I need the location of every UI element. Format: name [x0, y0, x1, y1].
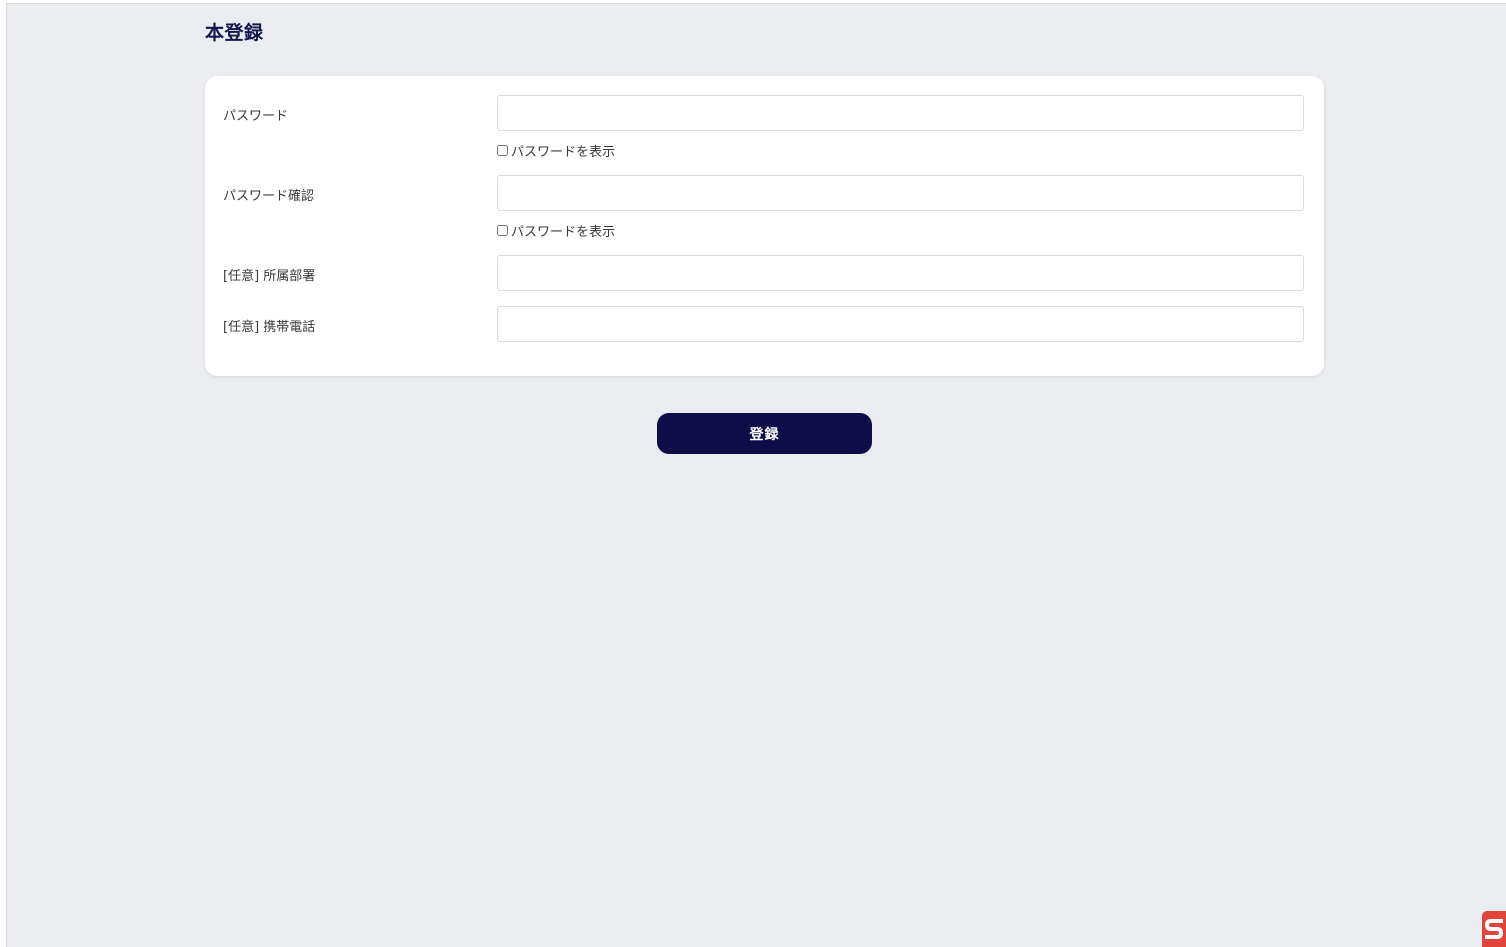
password-confirm-field[interactable]	[497, 175, 1304, 211]
show-password-confirm-toggle[interactable]: パスワードを表示	[497, 221, 615, 240]
brand-logo-glyph	[1484, 919, 1504, 939]
mobile-phone-label: [任意] 携帯電話	[223, 320, 316, 335]
password-confirm-label: パスワード確認	[223, 189, 315, 204]
show-password-toggle[interactable]: パスワードを表示	[497, 141, 615, 160]
register-button[interactable]: 登録	[657, 413, 872, 454]
password-field[interactable]	[497, 95, 1304, 131]
page-viewport: 本登録 パスワード パスワードを表示 パスワード確認 パスワードを表示 [任意]…	[6, 3, 1506, 947]
password-label: パスワード	[223, 109, 289, 124]
brand-logo-icon[interactable]	[1482, 911, 1506, 947]
show-password-checkbox[interactable]	[497, 145, 508, 156]
registration-form-card: パスワード パスワードを表示 パスワード確認 パスワードを表示 [任意] 所属部…	[205, 76, 1324, 376]
show-password-label: パスワードを表示	[511, 145, 616, 160]
department-field[interactable]	[497, 255, 1304, 291]
page-title: 本登録	[205, 22, 264, 44]
show-password-confirm-checkbox[interactable]	[497, 225, 508, 236]
show-password-confirm-label: パスワードを表示	[511, 225, 616, 240]
department-label: [任意] 所属部署	[223, 269, 316, 284]
mobile-phone-field[interactable]	[497, 306, 1304, 342]
